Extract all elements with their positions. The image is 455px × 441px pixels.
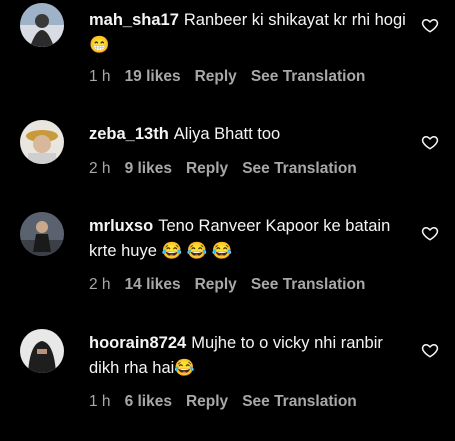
comment-time: 1 h [89,393,111,410]
likes-count[interactable]: 14 likes [125,276,181,293]
comment-emoji: 😁 [89,36,110,54]
see-translation-button[interactable]: See Translation [242,393,357,410]
comment-meta: 1 h 19 likes Reply See Translation [89,68,379,86]
comment-username[interactable]: mrluxso [89,217,153,235]
comment-emoji: 😂 [174,359,195,377]
likes-count[interactable]: 6 likes [125,393,172,410]
comment-text: mrluxso Teno Ranveer Kapoor ke batain krt… [89,214,415,264]
see-translation-button[interactable]: See Translation [251,68,366,85]
heart-outline-icon[interactable] [421,16,439,34]
likes-count[interactable]: 19 likes [125,68,181,85]
comment-meta: 2 h 9 likes Reply See Translation [89,160,371,178]
avatar[interactable] [20,212,64,256]
likes-count[interactable]: 9 likes [125,160,172,177]
heart-outline-icon[interactable] [421,133,439,151]
avatar[interactable] [20,3,64,47]
comment-time: 2 h [89,160,111,177]
comment-meta: 1 h 6 likes Reply See Translation [89,393,371,411]
avatar[interactable] [20,329,64,373]
avatar[interactable] [20,120,64,164]
comment-username[interactable]: hoorain8724 [89,334,186,352]
comment-text: zeba_13th Aliya Bhatt too [89,122,415,147]
comment-body: Aliya Bhatt too [173,125,281,143]
comment-body: Ranbeer ki shikayat kr rhi hogi [183,11,406,29]
comment-emoji: 😂 😂 😂 [161,242,233,260]
see-translation-button[interactable]: See Translation [242,160,357,177]
comment-text: hoorain8724 Mujhe to o vicky nhi ranbir d… [89,331,415,381]
comment-username[interactable]: mah_sha17 [89,11,179,29]
heart-outline-icon[interactable] [421,224,439,242]
heart-outline-icon[interactable] [421,341,439,359]
reply-button[interactable]: Reply [186,393,228,410]
reply-button[interactable]: Reply [195,68,237,85]
reply-button[interactable]: Reply [186,160,228,177]
comment-username[interactable]: zeba_13th [89,125,169,143]
comment-time: 1 h [89,68,111,85]
comment-text: mah_sha17 Ranbeer ki shikayat kr rhi hogi… [89,8,415,58]
comment-meta: 2 h 14 likes Reply See Translation [89,276,379,294]
comment-time: 2 h [89,276,111,293]
reply-button[interactable]: Reply [195,276,237,293]
see-translation-button[interactable]: See Translation [251,276,366,293]
